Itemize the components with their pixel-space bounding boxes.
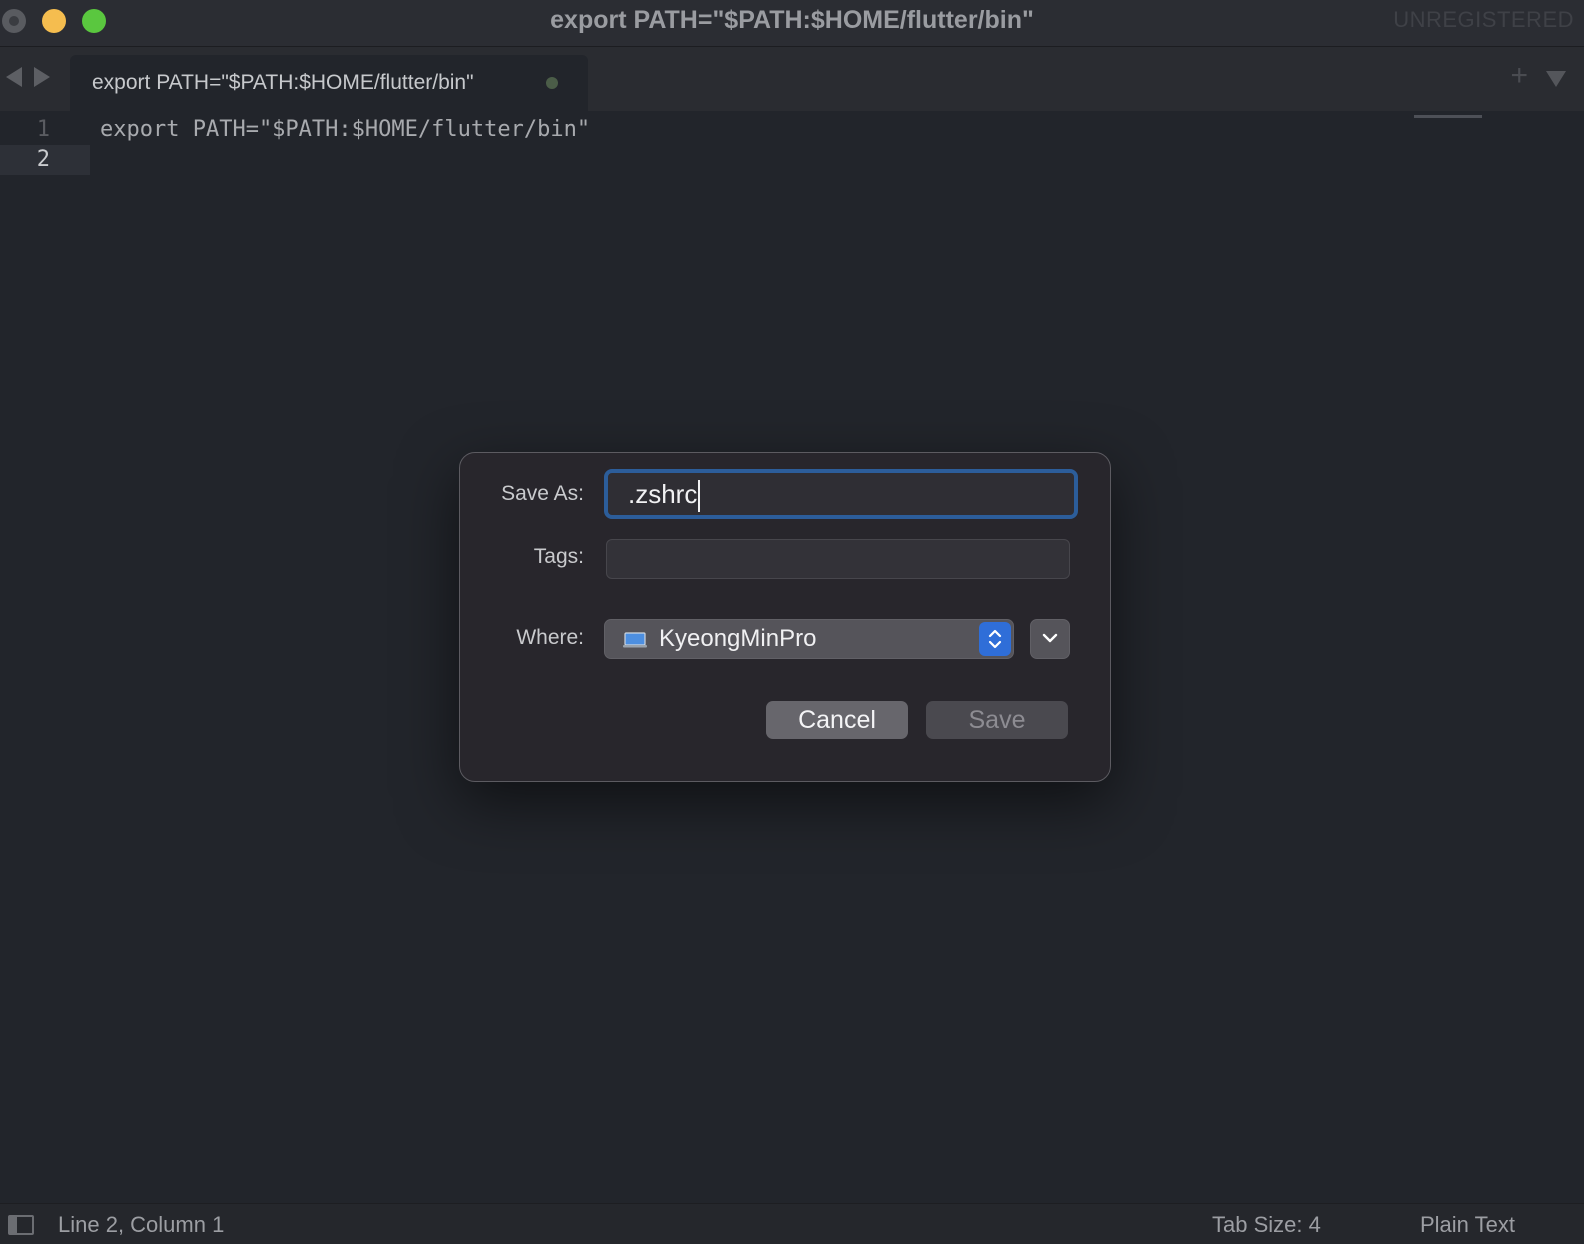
tab-active-file[interactable]: export PATH="$PATH:$HOME/flutter/bin" [70,55,588,111]
where-location-select[interactable]: KyeongMinPro [604,619,1014,659]
computer-icon [623,632,647,653]
line-number-current: 2 [0,145,90,175]
unregistered-label: UNREGISTERED [1393,7,1574,32]
save-as-label: Save As: [501,482,584,505]
save-as-value: .zshrc [628,479,698,509]
save-as-input[interactable]: .zshrc [604,469,1078,519]
tab-list-dropdown-icon[interactable] [1546,71,1566,87]
title-bar: export PATH="$PATH:$HOME/flutter/bin" UN… [0,0,1584,47]
expand-dialog-button[interactable] [1030,619,1070,659]
tab-forward-arrow-icon[interactable] [34,67,50,87]
chevron-down-icon [1042,633,1058,643]
save-button[interactable]: Save [926,701,1068,739]
minimap[interactable] [1414,115,1482,118]
code-line[interactable]: export PATH="$PATH:$HOME/flutter/bin" [100,115,590,145]
cursor-position: Line 2, Column 1 [58,1212,225,1237]
tab-bar: export PATH="$PATH:$HOME/flutter/bin" + [0,47,1584,111]
cancel-button[interactable]: Cancel [766,701,908,739]
text-caret [698,480,701,513]
new-tab-plus-icon[interactable]: + [1510,61,1528,91]
tab-back-arrow-icon[interactable] [6,67,22,87]
where-value: KyeongMinPro [659,625,817,652]
syntax-indicator[interactable]: Plain Text [1420,1204,1515,1244]
where-label: Where: [516,626,584,649]
tab-label: export PATH="$PATH:$HOME/flutter/bin" [92,71,474,94]
tags-input[interactable] [606,539,1070,579]
sublime-text-window: export PATH="$PATH:$HOME/flutter/bin" UN… [0,0,1584,1244]
save-dialog: Save As: .zshrc Tags: Where: KyeongMinPr… [459,452,1111,782]
status-bar: Line 2, Column 1 Tab Size: 4 Plain Text [0,1203,1584,1244]
tab-size-indicator[interactable]: Tab Size: 4 [1212,1204,1321,1244]
unsaved-dot-icon[interactable] [546,77,558,89]
line-number-gutter: 1 2 [0,111,90,1203]
line-number: 1 [36,117,50,142]
up-down-stepper-icon[interactable] [979,622,1011,656]
tags-label: Tags: [533,545,584,568]
sidebar-toggle-icon[interactable] [8,1215,34,1235]
window-title: export PATH="$PATH:$HOME/flutter/bin" [550,6,1034,34]
line-number-current-label: 2 [36,147,50,172]
